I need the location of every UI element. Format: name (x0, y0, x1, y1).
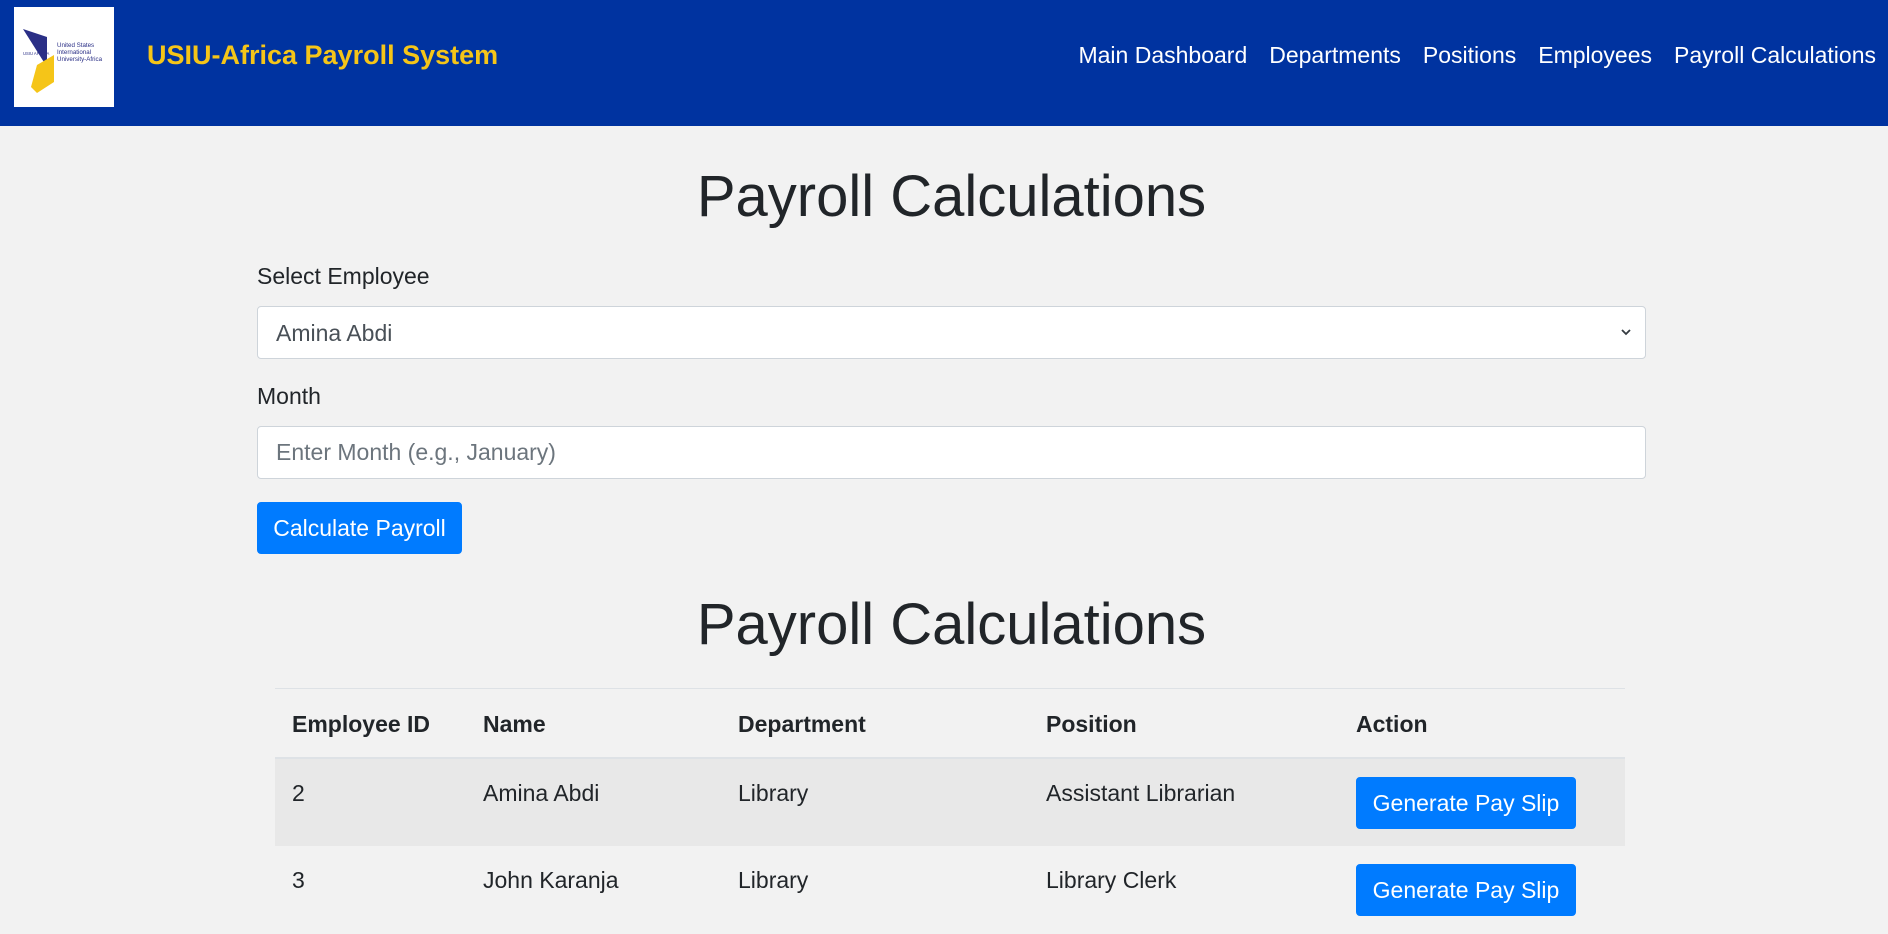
column-header-position: Position (1046, 711, 1137, 737)
app-title: USIU-Africa Payroll System (147, 40, 499, 70)
chevron-down-icon (1621, 329, 1631, 336)
nav-main-dashboard[interactable]: Main Dashboard (1078, 42, 1247, 69)
main-nav: Main Dashboard Departments Positions Emp… (1078, 42, 1876, 69)
svg-text:USIU AFRICA: USIU AFRICA (23, 51, 49, 56)
nav-positions[interactable]: Positions (1423, 42, 1516, 69)
month-input[interactable] (258, 427, 1645, 478)
svg-text:University-Africa: University-Africa (57, 56, 103, 63)
table-header-row: Employee ID Name Department Position Act… (275, 688, 1625, 758)
employee-select-label: Select Employee (257, 263, 430, 289)
employee-select[interactable]: Amina Abdi (257, 306, 1646, 359)
usiu-logo-icon[interactable]: United States International University-A… (14, 7, 114, 107)
table-row: 2 Amina Abdi Library Assistant Librarian… (275, 757, 1625, 846)
cell-position: Assistant Librarian (1046, 779, 1236, 806)
svg-text:United States: United States (57, 42, 94, 49)
cell-action: Generate Pay Slip (1339, 758, 1625, 846)
payroll-table: Employee ID Name Department Position Act… (275, 688, 1625, 934)
nav-departments[interactable]: Departments (1269, 42, 1401, 69)
cell-employee-id: 2 (292, 779, 305, 806)
generate-pay-slip-button[interactable]: Generate Pay Slip (1356, 776, 1576, 829)
nav-payroll-calculations[interactable]: Payroll Calculations (1674, 42, 1876, 69)
cell-department: Library (738, 779, 809, 806)
column-header-department: Department (738, 711, 866, 737)
column-header-name: Name (483, 711, 546, 737)
calculate-payroll-button[interactable]: Calculate Payroll (257, 502, 462, 554)
employee-select-value: Amina Abdi (276, 320, 393, 346)
table-section-title: Payroll Calculations (696, 592, 1207, 657)
page-title: Payroll Calculations (696, 164, 1207, 229)
column-header-action: Action (1356, 711, 1428, 737)
svg-text:International: International (57, 49, 91, 56)
month-label: Month (257, 383, 321, 409)
month-field (257, 426, 1646, 479)
column-header-employee-id: Employee ID (292, 711, 431, 737)
top-navbar: United States International University-A… (0, 0, 1888, 126)
cell-name: Amina Abdi (483, 779, 600, 806)
nav-employees[interactable]: Employees (1538, 42, 1652, 69)
